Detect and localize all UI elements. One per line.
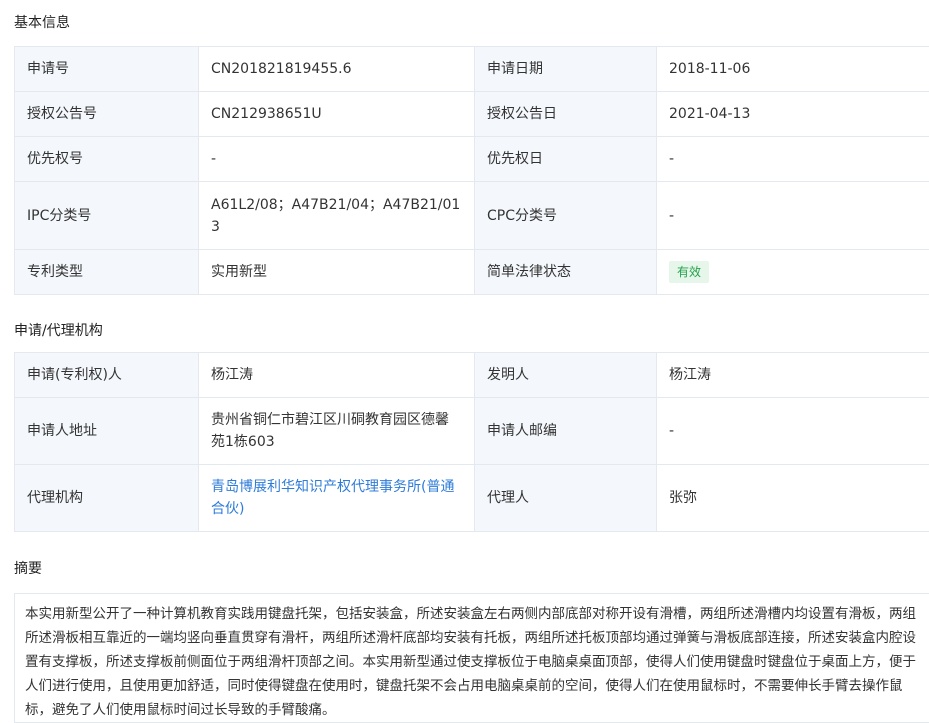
- legal-status-label: 简单法律状态: [475, 250, 657, 295]
- agency-link[interactable]: 青岛博展利华知识产权代理事务所(普通合伙): [211, 479, 454, 517]
- priority-date-label: 优先权日: [475, 137, 657, 182]
- inventor-label: 发明人: [475, 353, 657, 398]
- grant-date-label: 授权公告日: [475, 92, 657, 137]
- agency-info-table: 申请(专利权)人 杨江涛 发明人 杨江涛 申请人地址 贵州省铜仁市碧江区川硐教育…: [14, 352, 929, 532]
- grant-number-value: CN212938651U: [199, 92, 475, 137]
- cpc-value: -: [657, 182, 929, 250]
- application-date-value: 2018-11-06: [657, 47, 929, 92]
- cpc-label: CPC分类号: [475, 182, 657, 250]
- status-badge: 有效: [669, 261, 709, 283]
- priority-date-value: -: [657, 137, 929, 182]
- ipc-value: A61L2/08；A47B21/04；A47B21/013: [199, 182, 475, 250]
- basic-info-table: 申请号 CN201821819455.6 申请日期 2018-11-06 授权公…: [14, 46, 929, 295]
- abstract-text: 本实用新型公开了一种计算机教育实践用键盘托架，包括安装盒，所述安装盒左右两侧内部…: [14, 593, 929, 723]
- section-title-agency: 申请/代理机构: [14, 320, 103, 340]
- grant-date-value: 2021-04-13: [657, 92, 929, 137]
- section-title-abstract: 摘要: [14, 558, 42, 578]
- grant-number-label: 授权公告号: [15, 92, 199, 137]
- inventor-value: 杨江涛: [657, 353, 929, 398]
- patent-type-label: 专利类型: [15, 250, 199, 295]
- table-row: 授权公告号 CN212938651U 授权公告日 2021-04-13: [15, 92, 929, 137]
- agent-label: 代理人: [475, 465, 657, 532]
- applicant-address-label: 申请人地址: [15, 398, 199, 465]
- patent-type-value: 实用新型: [199, 250, 475, 295]
- ipc-label: IPC分类号: [15, 182, 199, 250]
- table-row: 优先权号 - 优先权日 -: [15, 137, 929, 182]
- application-number-label: 申请号: [15, 47, 199, 92]
- table-row: 申请人地址 贵州省铜仁市碧江区川硐教育园区德馨苑1栋603 申请人邮编 -: [15, 398, 929, 465]
- table-row: 申请(专利权)人 杨江涛 发明人 杨江涛: [15, 353, 929, 398]
- priority-number-label: 优先权号: [15, 137, 199, 182]
- table-row: 代理机构 青岛博展利华知识产权代理事务所(普通合伙) 代理人 张弥: [15, 465, 929, 532]
- agency-cell: 青岛博展利华知识产权代理事务所(普通合伙): [199, 465, 475, 532]
- applicant-address-value: 贵州省铜仁市碧江区川硐教育园区德馨苑1栋603: [199, 398, 475, 465]
- agent-value: 张弥: [657, 465, 929, 532]
- postcode-value: -: [657, 398, 929, 465]
- section-title-basic-info: 基本信息: [14, 12, 70, 32]
- postcode-label: 申请人邮编: [475, 398, 657, 465]
- agency-label: 代理机构: [15, 465, 199, 532]
- table-row: 专利类型 实用新型 简单法律状态 有效: [15, 250, 929, 295]
- table-row: 申请号 CN201821819455.6 申请日期 2018-11-06: [15, 47, 929, 92]
- applicant-label: 申请(专利权)人: [15, 353, 199, 398]
- application-date-label: 申请日期: [475, 47, 657, 92]
- priority-number-value: -: [199, 137, 475, 182]
- legal-status-cell: 有效: [657, 250, 929, 295]
- application-number-value: CN201821819455.6: [199, 47, 475, 92]
- applicant-value: 杨江涛: [199, 353, 475, 398]
- table-row: IPC分类号 A61L2/08；A47B21/04；A47B21/013 CPC…: [15, 182, 929, 250]
